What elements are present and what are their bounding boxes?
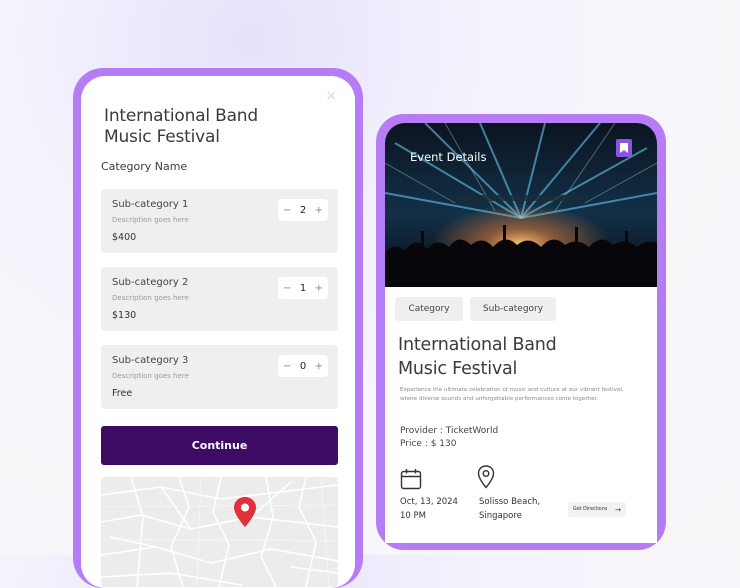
category-chip[interactable]: Category	[395, 297, 463, 321]
subcategory-description: Description goes here	[112, 216, 189, 224]
event-location-line1: Solisso Beach,	[479, 497, 541, 507]
event-title-line2: Music Festival	[104, 127, 220, 147]
event-title: International Band Music Festival	[398, 333, 557, 381]
subcategory-description: Description goes here	[112, 372, 189, 380]
increment-button[interactable]: +	[315, 205, 323, 216]
subcategory-name: Sub-category 3	[112, 355, 189, 366]
event-details-phone: Event Details Category Sub-category Inte…	[376, 114, 666, 550]
bookmark-icon	[620, 143, 628, 153]
get-directions-button[interactable]: Get Directions →	[568, 502, 626, 517]
increment-button[interactable]: +	[315, 361, 323, 372]
subcategory-description: Description goes here	[112, 294, 189, 302]
subcategory-name: Sub-category 2	[112, 277, 189, 288]
event-title-line1: International Band	[104, 106, 258, 126]
category-name: Category Name	[101, 160, 188, 173]
quantity-value: 1	[299, 282, 307, 294]
bookmark-button[interactable]	[616, 139, 632, 157]
map-streets	[101, 477, 338, 587]
map-pin-icon[interactable]	[233, 497, 257, 527]
calendar-icon	[400, 469, 422, 490]
subcategory-chip[interactable]: Sub-category	[470, 297, 556, 321]
increment-button[interactable]: +	[315, 283, 323, 294]
location-map[interactable]	[101, 477, 338, 587]
subcategory-name: Sub-category 1	[112, 199, 189, 210]
decrement-button[interactable]: −	[283, 361, 291, 372]
quantity-stepper: − 1 +	[278, 277, 328, 299]
event-title-line2: Music Festival	[398, 359, 518, 379]
subcategory-card-1: Sub-category 1 Description goes here $40…	[101, 189, 338, 253]
quantity-value: 2	[299, 204, 307, 216]
event-location: Solisso Beach, Singapore	[479, 495, 540, 523]
event-date: Oct, 13, 2024 10 PM	[400, 495, 458, 523]
quantity-stepper: − 2 +	[278, 199, 328, 221]
close-icon[interactable]: ×	[325, 88, 337, 104]
subcategory-price: $130	[112, 310, 137, 321]
subcategory-card-2: Sub-category 2 Description goes here $13…	[101, 267, 338, 331]
event-description: Experience the ultimate celebration of m…	[400, 387, 624, 402]
event-title-line1: International Band	[398, 335, 557, 355]
decrement-button[interactable]: −	[283, 205, 291, 216]
quantity-value: 0	[299, 360, 307, 372]
get-directions-label: Get Directions	[573, 507, 608, 512]
event-details-screen: Event Details Category Sub-category Inte…	[385, 123, 657, 543]
event-provider: Provider : TicketWorld	[400, 426, 499, 436]
booking-phone: × International Band Music Festival Cate…	[73, 68, 363, 588]
event-title: International Band Music Festival	[104, 106, 258, 148]
booking-screen: × International Band Music Festival Cate…	[81, 76, 355, 588]
continue-button[interactable]: Continue	[101, 426, 338, 465]
decrement-button[interactable]: −	[283, 283, 291, 294]
subcategory-card-3: Sub-category 3 Description goes here Fre…	[101, 345, 338, 409]
event-price: Price : $ 130	[400, 439, 457, 449]
location-pin-icon	[477, 465, 495, 489]
subcategory-price: Free	[112, 388, 133, 399]
subcategory-price: $400	[112, 232, 137, 243]
event-location-line2: Singapore	[479, 511, 522, 521]
quantity-stepper: − 0 +	[278, 355, 328, 377]
event-time: 10 PM	[400, 511, 426, 521]
event-date-line1: Oct, 13, 2024	[400, 497, 458, 507]
event-details-title: Event Details	[410, 150, 487, 164]
arrow-right-icon: →	[615, 505, 621, 514]
